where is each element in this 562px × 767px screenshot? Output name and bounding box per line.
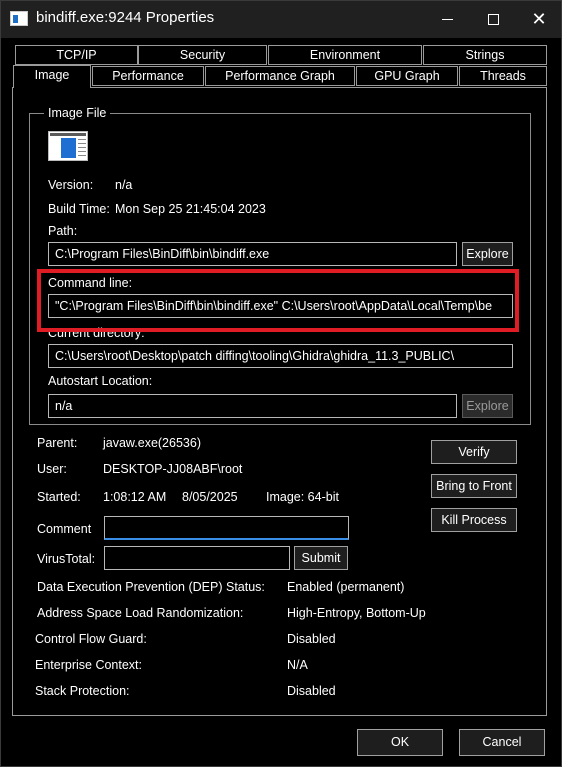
tab-performance[interactable]: Performance bbox=[92, 66, 204, 86]
window-title: bindiff.exe:9244 Properties bbox=[36, 9, 215, 26]
path-label: Path: bbox=[48, 224, 78, 238]
virustotal-label: VirusTotal: bbox=[37, 552, 96, 566]
executable-file-icon bbox=[48, 131, 88, 161]
path-explore-button[interactable]: Explore bbox=[462, 242, 513, 266]
virustotal-input[interactable] bbox=[104, 546, 290, 570]
dep-status-label: Data Execution Prevention (DEP) Status: bbox=[37, 580, 265, 594]
minimize-button[interactable] bbox=[424, 0, 470, 38]
cfg-label: Control Flow Guard: bbox=[35, 632, 147, 646]
started-date: 8/05/2025 bbox=[182, 490, 238, 504]
ok-button[interactable]: OK bbox=[357, 729, 443, 756]
autostart-label: Autostart Location: bbox=[48, 374, 153, 388]
command-line-highlight bbox=[37, 269, 519, 332]
maximize-button[interactable] bbox=[470, 0, 516, 38]
build-time-value: Mon Sep 25 21:45:04 2023 bbox=[115, 202, 266, 216]
app-icon bbox=[10, 11, 28, 26]
tab-gpu-graph[interactable]: GPU Graph bbox=[356, 66, 458, 86]
bring-to-front-button[interactable]: Bring to Front bbox=[431, 474, 517, 498]
kill-process-button[interactable]: Kill Process bbox=[431, 508, 517, 532]
enterprise-context-value: N/A bbox=[287, 658, 308, 672]
stack-protection-label: Stack Protection: bbox=[35, 684, 130, 698]
tab-tcpip[interactable]: TCP/IP bbox=[15, 45, 138, 65]
close-button[interactable]: ✕ bbox=[516, 0, 562, 38]
close-icon: ✕ bbox=[531, 9, 547, 29]
started-time: 1:08:12 AM bbox=[103, 490, 167, 504]
aslr-label: Address Space Load Randomization: bbox=[37, 606, 244, 620]
verify-button[interactable]: Verify bbox=[431, 440, 517, 464]
version-label: Version: bbox=[48, 178, 94, 192]
tab-strings[interactable]: Strings bbox=[423, 45, 547, 65]
maximize-icon bbox=[487, 13, 499, 25]
tab-environment[interactable]: Environment bbox=[268, 45, 422, 65]
build-time-label: Build Time: bbox=[48, 202, 110, 216]
version-value: n/a bbox=[115, 178, 133, 192]
tab-security[interactable]: Security bbox=[138, 45, 267, 65]
cancel-button[interactable]: Cancel bbox=[459, 729, 545, 756]
image-bitness: Image: 64-bit bbox=[266, 490, 339, 504]
autostart-explore-button[interactable]: Explore bbox=[462, 394, 513, 418]
aslr-value: High-Entropy, Bottom-Up bbox=[287, 606, 426, 620]
autostart-field[interactable]: n/a bbox=[48, 394, 457, 418]
parent-value: javaw.exe(26536) bbox=[103, 436, 201, 450]
comment-input[interactable] bbox=[104, 516, 349, 540]
cfg-value: Disabled bbox=[287, 632, 336, 646]
started-label: Started: bbox=[37, 490, 81, 504]
stack-protection-value: Disabled bbox=[287, 684, 336, 698]
submit-button[interactable]: Submit bbox=[294, 546, 348, 570]
current-directory-field[interactable]: C:\Users\root\Desktop\patch diffing\tool… bbox=[48, 344, 513, 368]
comment-label: Comment bbox=[37, 522, 92, 536]
dep-status-value: Enabled (permanent) bbox=[287, 580, 405, 594]
user-value: DESKTOP-JJ08ABF\root bbox=[103, 462, 243, 476]
enterprise-context-label: Enterprise Context: bbox=[35, 658, 142, 672]
tab-image[interactable]: Image bbox=[13, 65, 91, 88]
image-file-legend: Image File bbox=[44, 106, 111, 120]
minimize-icon bbox=[441, 18, 453, 20]
parent-label: Parent: bbox=[37, 436, 78, 450]
tab-performance-graph[interactable]: Performance Graph bbox=[205, 66, 355, 86]
user-label: User: bbox=[37, 462, 67, 476]
tab-threads[interactable]: Threads bbox=[459, 66, 547, 86]
path-field[interactable]: C:\Program Files\BinDiff\bin\bindiff.exe bbox=[48, 242, 457, 266]
